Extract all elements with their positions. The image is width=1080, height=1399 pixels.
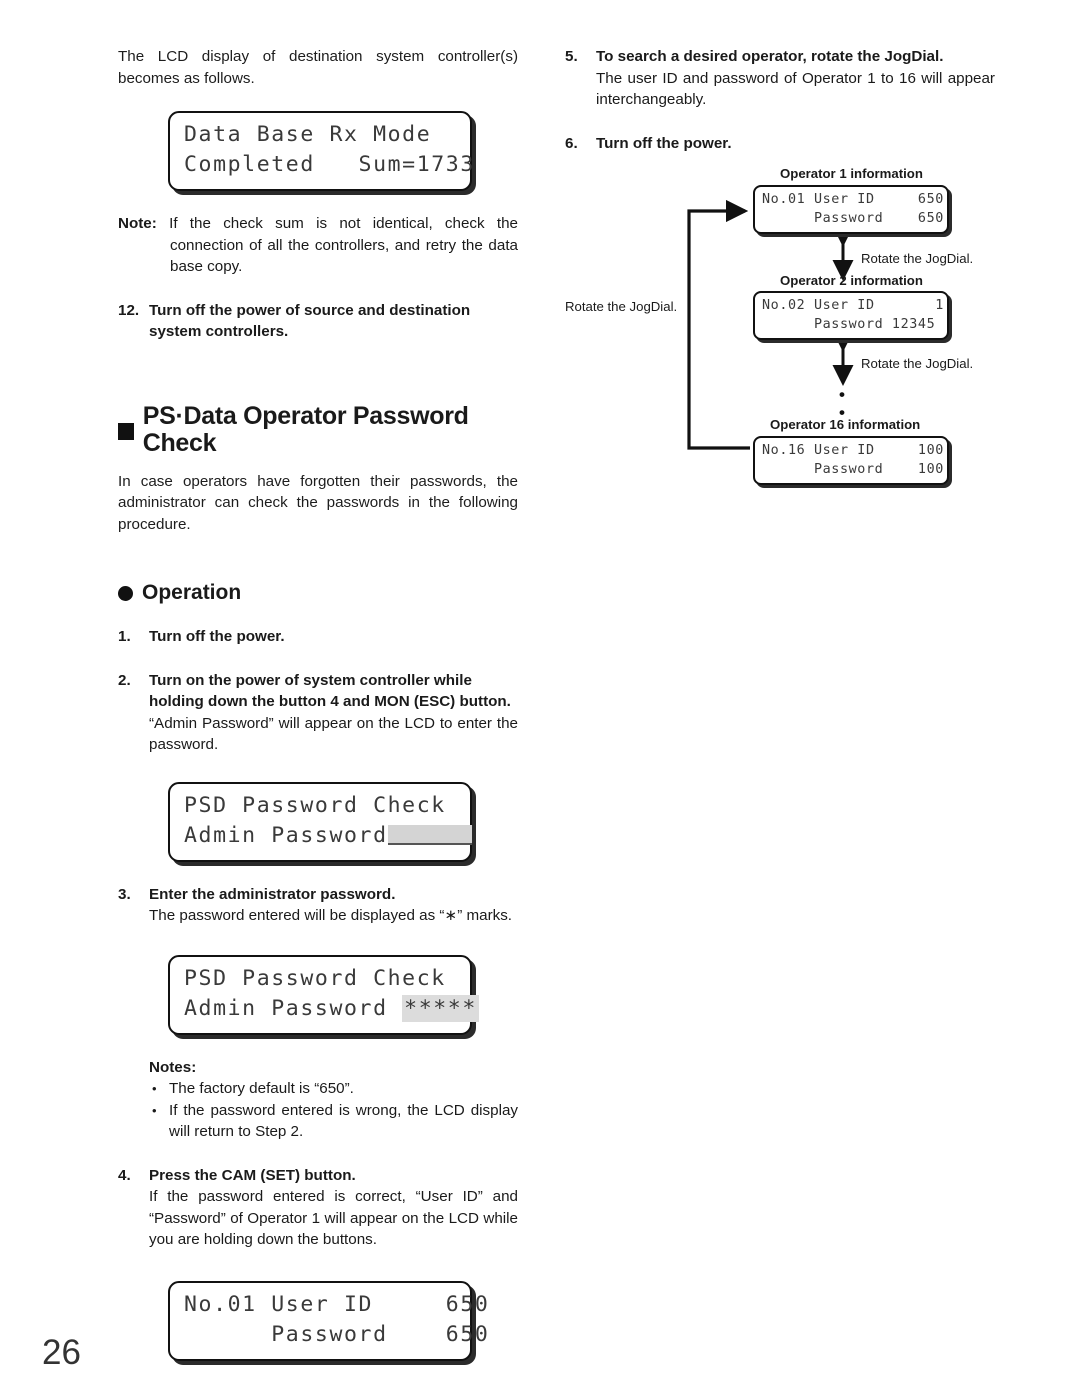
step-4-heading: Press the CAM (SET) button. bbox=[149, 1166, 356, 1184]
step-2-body: “Admin Password” will appear on the LCD … bbox=[149, 714, 518, 754]
lcd-line-1: PSD Password Check bbox=[184, 965, 446, 991]
step-4-number: 4. bbox=[118, 1166, 131, 1184]
step-1-number: 1. bbox=[118, 628, 131, 646]
step-3-number: 3. bbox=[118, 885, 131, 903]
page-number: 26 bbox=[42, 1333, 81, 1372]
lcd-admin-password-label: Admin Password bbox=[184, 995, 388, 1021]
step-4-body: If the password entered is correct, “Use… bbox=[149, 1188, 518, 1249]
lcd-line-2: Password 650 bbox=[762, 211, 944, 226]
square-bullet-icon bbox=[118, 422, 134, 440]
lcd-data-base-rx-mode: Data Base Rx Mode Completed Sum=1733 bbox=[168, 111, 475, 191]
step-5: 5. To search a desired operator, rotate … bbox=[565, 46, 995, 111]
step-2: 2. Turn on the power of system controlle… bbox=[118, 670, 518, 756]
note-item: The factory default is “650”. bbox=[149, 1078, 518, 1100]
lcd-line-1: PSD Password Check bbox=[184, 792, 446, 818]
step-1: 1. Turn off the power. bbox=[118, 626, 518, 648]
ellipsis-dot-icon: • bbox=[839, 385, 845, 404]
password-entry-field bbox=[387, 824, 472, 845]
lcd-admin-password-blank: PSD Password Check Admin Password bbox=[168, 781, 472, 862]
lcd-line-2: Password 100 bbox=[762, 462, 944, 477]
operation-heading: Operation bbox=[118, 581, 518, 604]
lcd-line-2: Admin Password bbox=[184, 821, 472, 851]
round-bullet-icon bbox=[118, 586, 133, 602]
note-check-sum: Note: If the check sum is not identical,… bbox=[118, 213, 518, 278]
step-5-body: The user ID and password of Operator 1 t… bbox=[596, 69, 995, 109]
notes-title: Notes: bbox=[149, 1058, 197, 1076]
step-6: 6. Turn off the power. bbox=[565, 133, 995, 155]
password-masked-value: ***** bbox=[402, 994, 479, 1022]
step-12: 12. Turn off the power of source and des… bbox=[118, 300, 518, 343]
operator-information-diagram: Operator 1 information No.01 User ID 650… bbox=[565, 166, 995, 496]
step-5-heading: To search a desired operator, rotate the… bbox=[596, 48, 944, 65]
lcd-line-1: No.01 User ID 650 bbox=[762, 192, 944, 207]
lcd-line-1: Data Base Rx Mode bbox=[184, 122, 432, 147]
lcd-line-2: Admin Password ***** bbox=[184, 994, 479, 1024]
lcd-line-1: No.02 User ID 1 bbox=[762, 298, 944, 313]
operator-1-label: Operator 1 information bbox=[780, 166, 923, 181]
notes-list: The factory default is “650”. If the pas… bbox=[149, 1078, 518, 1143]
diagram-lcd-operator-16: No.16 User ID 100 Password 100 bbox=[753, 436, 949, 485]
step-5-number: 5. bbox=[565, 48, 578, 65]
diagram-lcd-operator-1: No.01 User ID 650 Password 650 bbox=[753, 185, 949, 234]
lcd-admin-password-stars: PSD Password Check Admin Password ***** bbox=[168, 954, 479, 1035]
step-1-heading: Turn off the power. bbox=[149, 628, 285, 646]
section-heading-text: PS·Data Operator Password Check bbox=[142, 401, 469, 457]
step-3-body: The password entered will be displayed a… bbox=[149, 907, 513, 925]
step-12-number: 12. bbox=[118, 301, 140, 319]
step-2-heading: Turn on the power of system controller w… bbox=[149, 671, 511, 711]
lcd-operator-1: No.01 User ID 650 Password 650 bbox=[168, 1280, 490, 1361]
lcd-line-1: No.16 User ID 100 bbox=[762, 443, 944, 458]
rotate-jogdial-note-loop: Rotate the JogDial. bbox=[565, 299, 678, 314]
lcd-admin-password-label: Admin Password bbox=[184, 822, 388, 848]
lcd-line-2: Completed Sum=1733 bbox=[184, 152, 475, 177]
step-6-number: 6. bbox=[565, 134, 578, 152]
note-item: If the password entered is wrong, the LC… bbox=[149, 1100, 518, 1143]
intro-paragraph: The LCD display of destination system co… bbox=[118, 48, 518, 87]
operator-16-label: Operator 16 information bbox=[770, 417, 921, 432]
diagram-lcd-operator-2: No.02 User ID 1 Password 12345 bbox=[753, 291, 949, 340]
step-2-number: 2. bbox=[118, 671, 131, 689]
step-4: 4. Press the CAM (SET) button. If the pa… bbox=[118, 1165, 518, 1251]
section-paragraph: In case operators have forgotten their p… bbox=[118, 472, 518, 533]
note-text: If the check sum is not identical, check… bbox=[169, 215, 518, 275]
loop-arrow bbox=[687, 199, 750, 450]
right-column: 5. To search a desired operator, rotate … bbox=[565, 46, 995, 496]
document-page: The LCD display of destination system co… bbox=[0, 0, 1080, 1399]
left-column: The LCD display of destination system co… bbox=[118, 46, 518, 1361]
step-12-heading: Turn off the power of source and destina… bbox=[149, 301, 471, 341]
step-3-heading: Enter the administrator password. bbox=[149, 885, 396, 903]
note-label: Note: bbox=[118, 215, 157, 232]
lcd-line-1: No.01 User ID 650 bbox=[184, 1291, 490, 1317]
rotate-jogdial-note-1: Rotate the JogDial. bbox=[861, 251, 974, 266]
notes-block: Notes: The factory default is “650”. If … bbox=[118, 1057, 518, 1143]
rotate-jogdial-note-2: Rotate the JogDial. bbox=[861, 356, 974, 371]
step-6-heading: Turn off the power. bbox=[596, 134, 732, 152]
operation-heading-text: Operation bbox=[142, 581, 242, 604]
operator-2-label: Operator 2 information bbox=[780, 273, 923, 288]
lcd-line-2: Password 650 bbox=[184, 1321, 490, 1347]
step-3: 3. Enter the administrator password. The… bbox=[118, 884, 518, 927]
section-heading-psdata: PS·Data Operator Password Check bbox=[118, 401, 518, 458]
lcd-line-2: Password 12345 bbox=[762, 317, 936, 332]
